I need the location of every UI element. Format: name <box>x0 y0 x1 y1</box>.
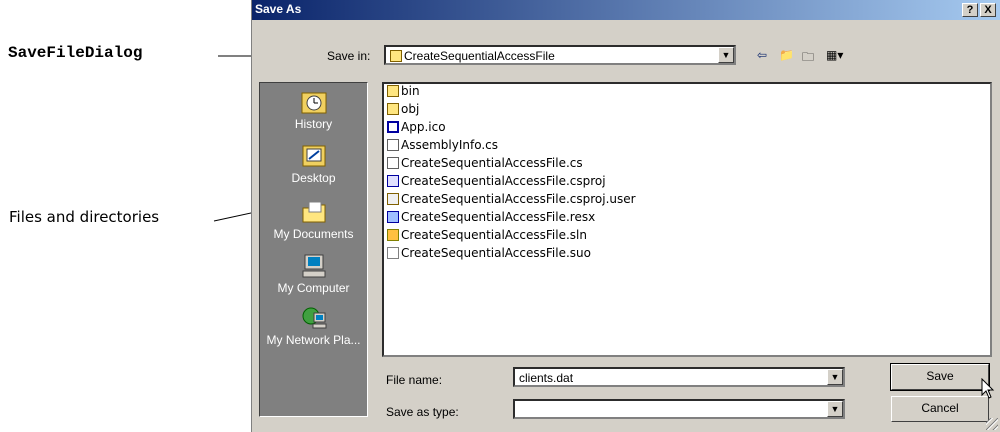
dialog-titlebar: Save As ? X <box>252 0 1000 20</box>
place-label: My Computer <box>277 281 350 295</box>
list-item[interactable]: CreateSequentialAccessFile.csproj <box>387 174 606 191</box>
save-as-type-label: Save as type: <box>386 405 459 419</box>
save-as-type-combo[interactable]: ▼ <box>513 399 845 419</box>
place-history[interactable]: History <box>260 89 367 131</box>
close-button[interactable]: X <box>980 3 996 17</box>
network-places-icon <box>300 305 328 331</box>
file-name-value: clients.dat <box>519 371 574 385</box>
my-computer-icon <box>300 253 328 279</box>
csproj-file-icon <box>387 175 399 187</box>
desktop-icon <box>300 143 328 169</box>
place-label: Desktop <box>291 171 336 185</box>
cancel-button[interactable]: Cancel <box>891 396 989 422</box>
resx-file-icon <box>387 211 399 223</box>
chevron-down-icon[interactable]: ▼ <box>827 401 843 417</box>
list-item[interactable]: CreateSequentialAccessFile.cs <box>387 156 583 173</box>
place-label: My Documents <box>273 227 354 241</box>
user-file-icon <box>387 193 399 205</box>
file-name-field[interactable]: clients.dat ▼ <box>513 367 845 387</box>
list-item[interactable]: bin <box>387 84 420 101</box>
save-file-dialog: Save As ? X Save in: CreateSequentialAcc… <box>251 0 1000 432</box>
save-in-label: Save in: <box>327 49 371 63</box>
chevron-down-icon[interactable]: ▼ <box>827 369 843 385</box>
back-icon[interactable]: ⇦ <box>757 48 767 62</box>
list-item[interactable]: App.ico <box>387 120 446 137</box>
ico-file-icon <box>387 121 399 133</box>
list-item[interactable]: obj <box>387 102 419 119</box>
views-menu-icon[interactable]: ▦▾ <box>826 48 843 62</box>
cs-file-icon <box>387 157 399 169</box>
places-bar: History Desktop My Documents My Computer… <box>259 82 368 417</box>
my-documents-icon <box>300 199 328 225</box>
place-label: History <box>294 117 333 131</box>
file-list[interactable]: bin obj App.ico AssemblyInfo.cs CreateSe… <box>382 82 992 357</box>
place-my-documents[interactable]: My Documents <box>260 199 367 241</box>
save-in-combo[interactable]: CreateSequentialAccessFile ▼ <box>384 45 736 65</box>
save-button[interactable]: Save <box>890 363 990 391</box>
resize-grip-icon[interactable] <box>986 418 998 430</box>
help-button[interactable]: ? <box>962 3 978 17</box>
sln-file-icon <box>387 229 399 241</box>
place-my-computer[interactable]: My Computer <box>260 253 367 295</box>
place-network[interactable]: My Network Pla... <box>260 305 367 347</box>
folder-icon <box>390 50 402 62</box>
folder-icon <box>387 103 399 115</box>
new-folder-icon[interactable]: 🗀 <box>802 48 814 69</box>
chevron-down-icon[interactable]: ▼ <box>718 47 734 63</box>
up-folder-icon[interactable]: 📁 <box>779 48 794 62</box>
dialog-title: Save As <box>255 2 302 16</box>
list-item[interactable]: CreateSequentialAccessFile.suo <box>387 246 591 263</box>
list-item[interactable]: CreateSequentialAccessFile.resx <box>387 210 595 227</box>
folder-icon <box>387 85 399 97</box>
list-item[interactable]: CreateSequentialAccessFile.csproj.user <box>387 192 636 209</box>
list-item[interactable]: CreateSequentialAccessFile.sln <box>387 228 587 245</box>
place-label: My Network Pla... <box>266 333 361 347</box>
history-icon <box>300 89 328 115</box>
mouse-cursor-icon <box>981 378 995 399</box>
file-name-label: File name: <box>386 373 443 387</box>
save-in-value: CreateSequentialAccessFile <box>404 49 555 63</box>
suo-file-icon <box>387 247 399 259</box>
cs-file-icon <box>387 139 399 151</box>
list-item[interactable]: AssemblyInfo.cs <box>387 138 498 155</box>
place-desktop[interactable]: Desktop <box>260 143 367 185</box>
